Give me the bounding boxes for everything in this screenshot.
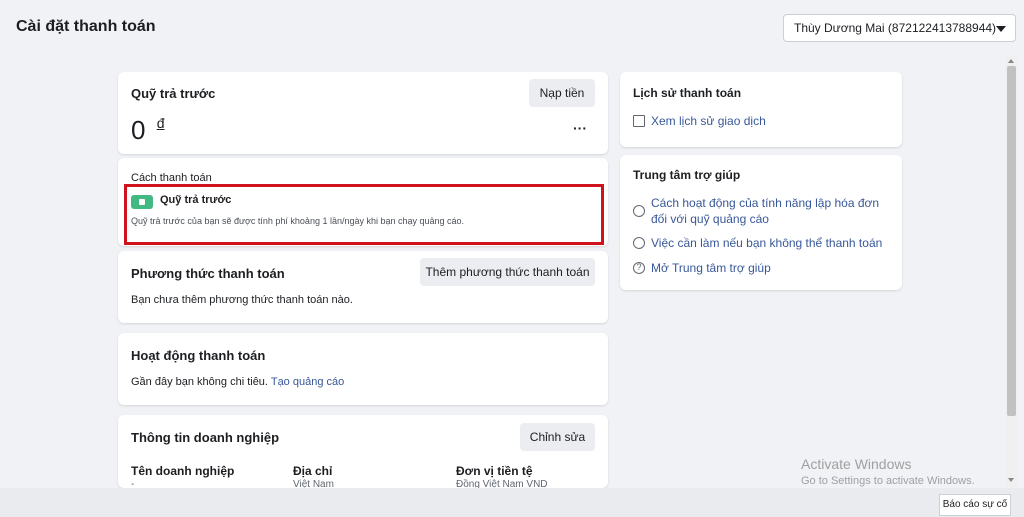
history-card — [620, 72, 902, 147]
watermark-title: Activate Windows — [801, 456, 912, 472]
scroll-down-icon[interactable] — [1008, 478, 1014, 482]
more-icon[interactable]: ··· — [573, 120, 587, 136]
currency-symbol: đ — [156, 115, 165, 131]
add-payment-method-button[interactable]: Thêm phương thức thanh toán — [420, 258, 595, 286]
balance-value: 0 đ — [131, 115, 165, 146]
account-select[interactable]: Thùy Dương Mai (872122413788944) — [783, 14, 1016, 42]
business-title: Thông tin doanh nghiệp — [131, 430, 280, 445]
currency-label: Đơn vị tiền tệ — [456, 464, 533, 478]
address-label: Địa chỉ — [293, 464, 333, 478]
minus-circle-icon — [633, 237, 645, 249]
receipt-icon — [633, 115, 645, 127]
payment-way-label: Cách thanh toán — [131, 172, 212, 184]
scrollbar-thumb[interactable] — [1007, 66, 1016, 416]
activity-card — [118, 333, 608, 405]
help-link-billing[interactable]: Cách hoạt động của tính năng lập hóa đơn… — [651, 195, 891, 227]
edit-button[interactable]: Chỉnh sửa — [520, 423, 595, 451]
report-problem-button[interactable]: Báo cáo sự cố — [939, 494, 1011, 516]
top-bar: Cài đặt thanh toán Thùy Dương Mai (87212… — [0, 0, 1024, 56]
gift-icon — [633, 205, 645, 217]
create-ad-link[interactable]: Tạo quảng cáo — [271, 376, 344, 388]
scroll-up-icon[interactable] — [1008, 59, 1014, 63]
payment-methods-title: Phương thức thanh toán — [131, 266, 285, 281]
watermark-subtitle: Go to Settings to activate Windows. — [801, 475, 975, 487]
bottom-bar — [0, 488, 1024, 517]
page-title: Cài đặt thanh toán — [16, 18, 156, 35]
history-link[interactable]: Xem lịch sử giao dịch — [651, 114, 766, 128]
activity-status: Gần đây bạn không chi tiêu. — [131, 376, 268, 388]
highlight-frame — [124, 184, 604, 245]
activity-text: Gần đây bạn không chi tiêu. Tạo quảng cá… — [131, 376, 344, 388]
chevron-down-icon — [996, 26, 1006, 32]
history-title: Lịch sử thanh toán — [633, 86, 742, 100]
help-circle-icon: ? — [633, 262, 645, 274]
help-link-center[interactable]: Mở Trung tâm trợ giúp — [651, 261, 771, 275]
activity-title: Hoạt động thanh toán — [131, 348, 266, 363]
help-link-cannot-pay[interactable]: Việc cần làm nếu bạn không thể thanh toá… — [651, 236, 882, 250]
payment-methods-empty: Bạn chưa thêm phương thức thanh toán nào… — [131, 294, 353, 306]
add-funds-button[interactable]: Nạp tiền — [529, 79, 595, 107]
prepaid-title: Quỹ trả trước — [131, 86, 216, 101]
business-name-label: Tên doanh nghiệp — [131, 464, 235, 478]
account-select-label: Thùy Dương Mai (872122413788944) — [794, 21, 997, 35]
balance-amount: 0 — [131, 115, 146, 145]
help-title: Trung tâm trợ giúp — [633, 168, 741, 182]
